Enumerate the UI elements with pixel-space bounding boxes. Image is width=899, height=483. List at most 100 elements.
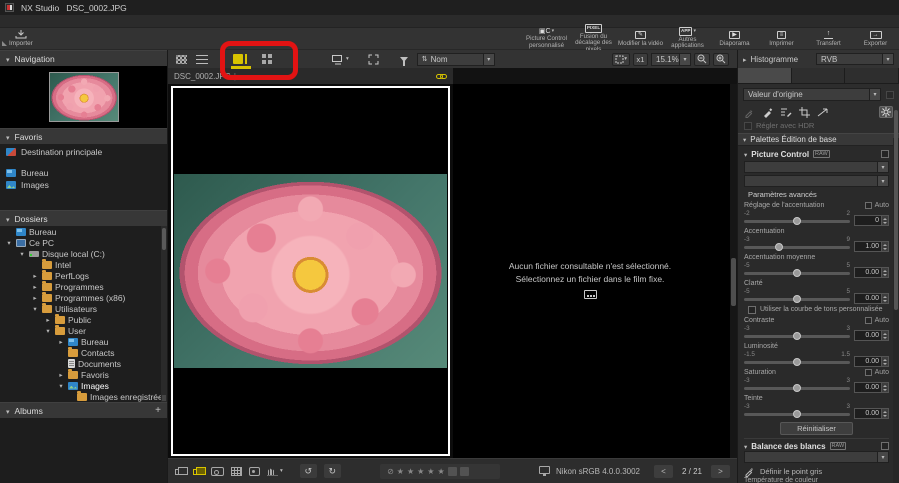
slider-value-input[interactable]: 0.00 (854, 408, 889, 419)
star-icon[interactable] (407, 467, 414, 476)
tree-expander-icon[interactable] (31, 294, 39, 302)
tree-scrollbar[interactable] (161, 226, 167, 402)
slider-value-input[interactable]: 0 (854, 215, 889, 226)
grid-overlay-button[interactable] (231, 467, 242, 476)
folder-tree-item[interactable]: Intel (0, 259, 167, 270)
spinner[interactable] (882, 267, 889, 278)
tree-expander-icon[interactable] (57, 382, 65, 390)
compare-images-button[interactable] (175, 469, 183, 475)
picture-control-header[interactable]: Picture Control RAW (744, 148, 889, 160)
sort-order-select[interactable]: ⇅ Nom (417, 53, 495, 66)
histogram-section-header[interactable]: Histogramme RVB (738, 50, 899, 68)
preset-checkbox[interactable] (886, 91, 894, 99)
folder-tree-item[interactable]: Utilisateurs (0, 303, 167, 314)
folder-tree-item[interactable]: Images enregistrées (0, 391, 167, 402)
tree-expander-icon[interactable] (31, 272, 39, 280)
retouch-brush-tool[interactable] (762, 107, 773, 118)
rotate-right-button[interactable]: ↻ (324, 464, 341, 478)
toolbar-button[interactable]: APP Autres applications (664, 28, 711, 49)
slider-track[interactable] (744, 272, 850, 275)
zoom-level-select[interactable]: 15.1% (651, 53, 691, 66)
slider-track[interactable] (744, 246, 850, 249)
folder-tree-item[interactable]: Favoris (0, 369, 167, 380)
histogram-overlay-button[interactable]: ▾ (267, 467, 283, 476)
linked-images-button[interactable] (193, 469, 201, 475)
folder-tree-item[interactable]: User (0, 325, 167, 336)
spinner[interactable] (882, 293, 889, 304)
spinner[interactable] (882, 241, 889, 252)
auto-checkbox[interactable]: Auto (865, 369, 889, 376)
straighten-tool[interactable] (817, 107, 829, 118)
slider-track[interactable] (744, 387, 850, 390)
folder-tree-item[interactable]: Bureau (0, 226, 167, 237)
toolbar-button[interactable]: ▣C Picture Control personnalisé (523, 28, 570, 49)
tree-expander-icon[interactable] (31, 305, 39, 313)
favorite-item[interactable]: Images (0, 179, 167, 191)
image-viewer-pane[interactable]: Aucun fichier consultable n'est sélectio… (453, 84, 737, 458)
slider-handle[interactable] (793, 332, 801, 340)
albums-header[interactable]: Albums + (0, 402, 167, 418)
folder-tree-item[interactable]: Ce PC (0, 237, 167, 248)
compare-grid-view-button[interactable] (262, 54, 272, 64)
reset-button[interactable]: Réinitialiser (780, 422, 853, 435)
slider-handle[interactable] (793, 269, 801, 277)
tree-expander-icon[interactable] (31, 283, 39, 291)
custom-tone-curve-checkbox[interactable] (748, 306, 756, 314)
folders-header[interactable]: Dossiers (0, 210, 167, 226)
folder-tree-item[interactable]: Documents (0, 358, 167, 369)
star-icon[interactable] (437, 467, 444, 476)
no-rating-icon[interactable]: ⊘ (387, 467, 394, 476)
add-album-button[interactable]: + (155, 406, 161, 416)
folder-tree-item[interactable]: Images (0, 380, 167, 391)
folder-tree-item[interactable]: Programmes (0, 281, 167, 292)
zoom-100-button[interactable]: x1 (633, 53, 648, 66)
folder-tree-item[interactable]: PerfLogs (0, 270, 167, 281)
label-button[interactable] (448, 467, 457, 476)
star-icon[interactable] (427, 467, 434, 476)
folder-tree-item[interactable]: Disque local (C:) (0, 248, 167, 259)
slider-track[interactable] (744, 298, 850, 301)
info-overlay-button[interactable] (249, 467, 260, 476)
toolbar-button[interactable]: ↑ Transfert (805, 28, 852, 49)
slider-track[interactable] (744, 413, 850, 416)
auto-checkbox[interactable]: Auto (865, 202, 889, 209)
filter-button[interactable] (400, 57, 408, 62)
toolbar-button[interactable]: ≡ Imprimer (758, 28, 805, 49)
adjustment-list-tool[interactable] (780, 107, 792, 118)
zoom-in-button[interactable] (713, 53, 729, 66)
white-balance-select[interactable] (744, 451, 889, 463)
toolbar-button[interactable]: ▶ Diaporama (711, 28, 758, 49)
label-list-button[interactable] (460, 467, 469, 476)
star-icon[interactable] (417, 467, 424, 476)
picture-control-select[interactable] (744, 161, 889, 173)
preset-select[interactable]: Valeur d'origine (743, 88, 881, 101)
navigation-header[interactable]: Navigation (0, 50, 167, 66)
histogram-channel-select[interactable]: RVB (816, 53, 894, 65)
tree-expander-icon[interactable] (5, 239, 13, 247)
selected-thumbnail-frame[interactable] (171, 86, 450, 456)
tool-settings-button[interactable] (879, 106, 893, 118)
slider-value-input[interactable]: 0.00 (854, 293, 889, 304)
zoom-out-button[interactable] (694, 53, 710, 66)
toolbar-button[interactable]: PIXEL Fusion du décalage des pixels (570, 28, 617, 49)
panel-scrollbar[interactable] (894, 110, 898, 310)
folder-tree-item[interactable]: Contacts (0, 347, 167, 358)
panel-tab[interactable] (845, 68, 899, 83)
link-icon[interactable] (436, 74, 447, 79)
spinner[interactable] (882, 330, 889, 341)
spinner[interactable] (882, 408, 889, 419)
slider-value-input[interactable]: 0.00 (854, 330, 889, 341)
gray-point-sample-tool[interactable] (744, 107, 755, 118)
slider-value-input[interactable]: 0.00 (854, 356, 889, 367)
display-target-button[interactable]: ▾ (331, 54, 349, 65)
crop-tool[interactable] (799, 107, 810, 118)
previous-image-button[interactable]: < (654, 465, 673, 478)
tree-expander-icon[interactable] (57, 338, 65, 346)
slider-handle[interactable] (793, 358, 801, 366)
folder-tree-item[interactable]: Bureau (0, 336, 167, 347)
slider-value-input[interactable]: 0.00 (854, 267, 889, 278)
filmstrip-tab[interactable]: DSC_0002.JPG | (168, 68, 453, 84)
spinner[interactable] (882, 356, 889, 367)
next-image-button[interactable]: > (711, 465, 730, 478)
thumbnail-grid-view-button[interactable] (176, 55, 187, 64)
